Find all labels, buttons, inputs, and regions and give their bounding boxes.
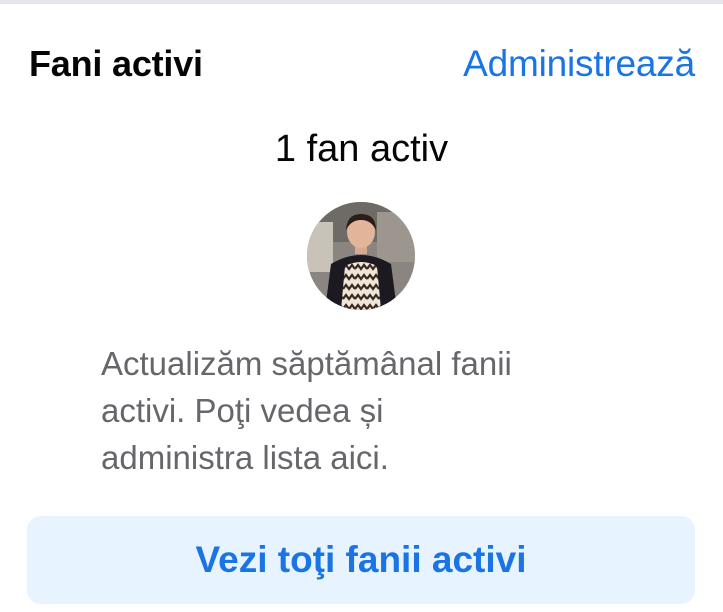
description-line: administra lista aici. (101, 439, 389, 476)
description-line: activi. Poţi vedea și (101, 392, 384, 429)
button-label: Vezi toţi fanii activi (195, 539, 527, 580)
description: Actualizăm săptămânal fanii activi. Poţi… (101, 340, 641, 481)
card-title: Fani activi (29, 43, 203, 84)
manage-link[interactable]: Administrează (463, 43, 695, 85)
active-fans-count: 1 fan activ (274, 128, 449, 170)
description-line: Actualizăm săptămânal fanii (101, 345, 512, 382)
profile-photo-icon (307, 202, 415, 310)
avatar[interactable] (307, 202, 415, 310)
card-header: Fani activi Administrează (29, 38, 695, 90)
divider (0, 0, 723, 4)
active-fans-card: Fani activi Administrează 1 fan activ Ac… (0, 0, 723, 612)
see-all-active-fans-button[interactable]: Vezi toţi fanii activi (27, 516, 695, 604)
